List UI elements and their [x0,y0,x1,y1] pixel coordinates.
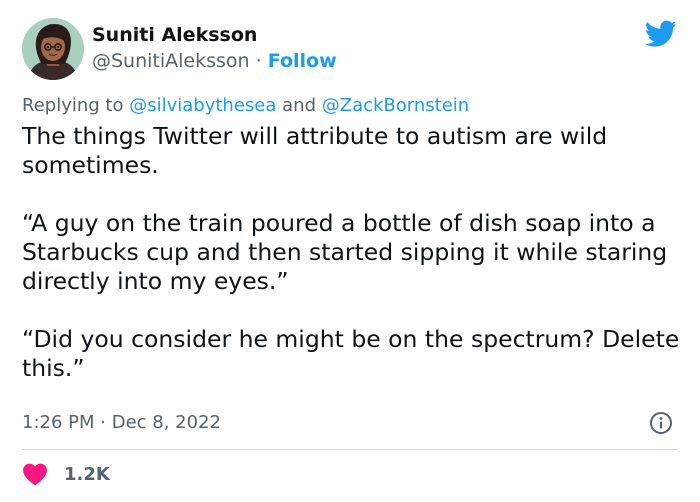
handle-separator: · [255,50,262,72]
author-name[interactable]: Suniti Aleksson [92,24,257,46]
mention-link-1[interactable]: @silviabythesea [129,95,276,116]
info-icon[interactable] [649,411,673,435]
author-handle[interactable]: @SunitiAleksson [92,50,250,72]
replying-to-joiner: and [282,95,316,116]
tweet-paragraph: “Did you consider he might be on the spe… [22,325,680,382]
heart-icon [23,463,47,486]
mention-link-2[interactable]: @ZackBornstein [322,95,469,116]
author-handle-row: @SunitiAleksson · Follow [92,50,337,72]
timestamp-separator: · [100,412,106,433]
tweet-paragraph: “A guy on the train poured a bottle of d… [22,209,668,295]
tweet-date: Dec 8, 2022 [111,412,221,433]
replying-to-label: Replying to [22,95,124,116]
tweet-timestamp[interactable]: 1:26 PM · Dec 8, 2022 [22,412,221,434]
replying-to: Replying to @silviabythesea and @ZackBor… [22,95,469,117]
avatar[interactable] [22,18,84,80]
avatar-illustration [22,18,84,80]
twitter-bird-icon[interactable] [644,20,677,48]
divider [22,449,678,450]
tweet-text: The things Twitter will attribute to aut… [22,122,682,383]
like-count: 1.2K [64,463,110,485]
tweet-card: Suniti Aleksson @SunitiAleksson · Follow… [0,0,700,502]
follow-button[interactable]: Follow [268,50,337,72]
tweet-paragraph: The things Twitter will attribute to aut… [22,122,608,179]
tweet-time: 1:26 PM [22,412,95,433]
like-button[interactable]: 1.2K [22,461,110,487]
